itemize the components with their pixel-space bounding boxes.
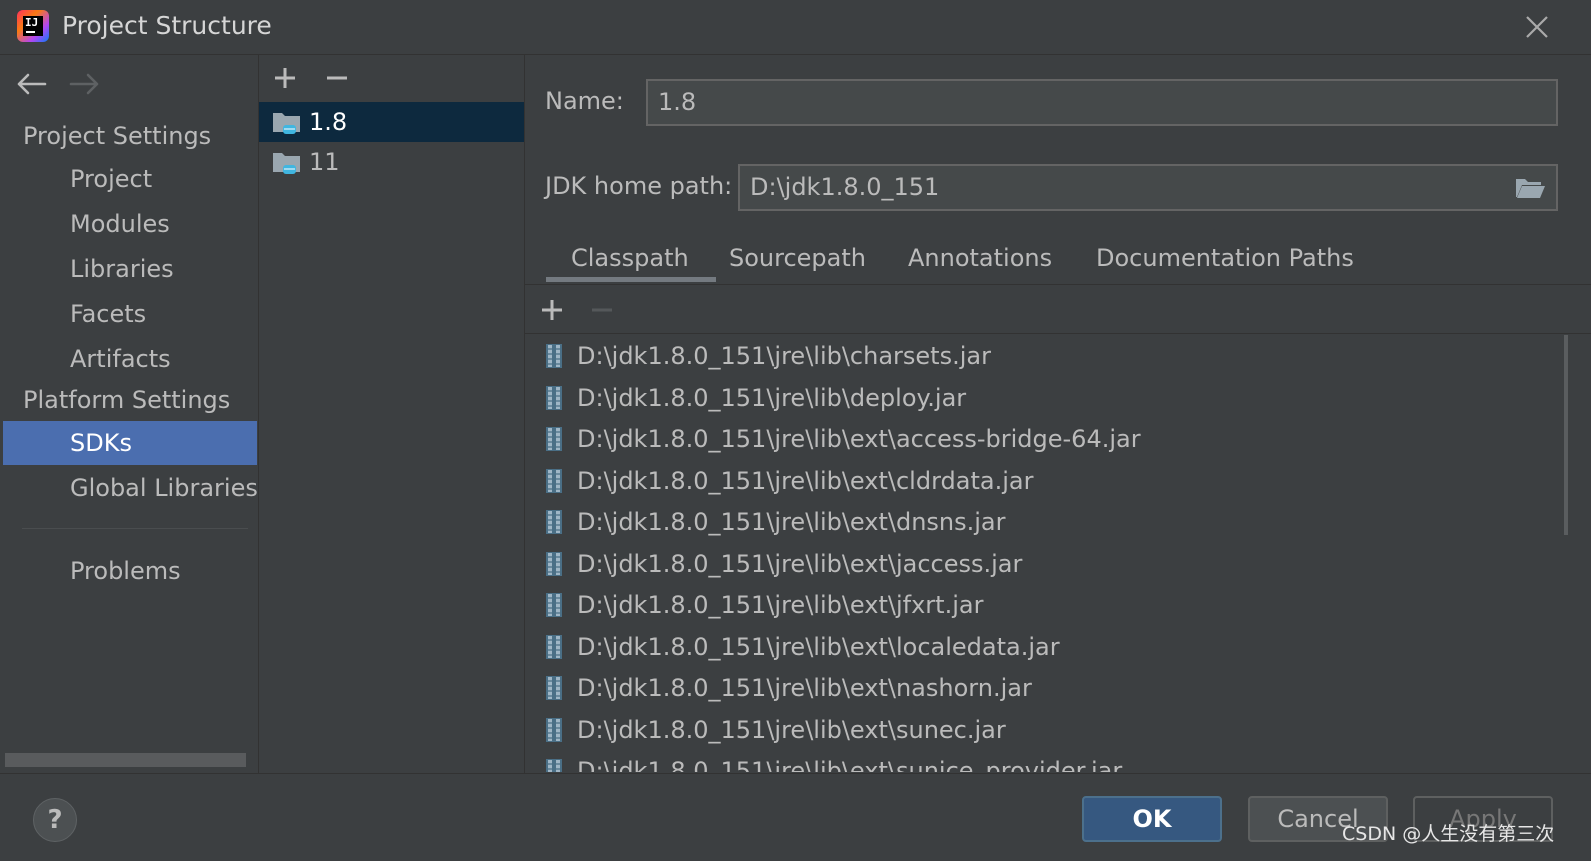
classpath-row[interactable]: D:\jdk1.8.0_151\jre\lib\charsets.jar (525, 336, 1565, 377)
jar-icon (546, 759, 562, 772)
jar-icon (546, 468, 562, 493)
tab-sourcepath[interactable]: Sourcepath (729, 238, 866, 282)
jar-icon (546, 510, 562, 534)
jar-icon (546, 593, 562, 617)
nav-item-sdks[interactable]: SDKs (3, 421, 257, 465)
classpath-scrollbar[interactable] (1564, 335, 1568, 535)
classpath-row[interactable]: D:\jdk1.8.0_151\jre\lib\ext\jfxrt.jar (525, 585, 1565, 626)
jar-icon (546, 385, 562, 410)
add-classpath-icon[interactable] (539, 297, 565, 323)
nav-item-modules[interactable]: Modules (0, 202, 257, 246)
tabs-border (525, 284, 1591, 285)
tab-annotations[interactable]: Annotations (908, 238, 1052, 282)
classpath-row[interactable]: D:\jdk1.8.0_151\jre\lib\deploy.jar (525, 378, 1565, 419)
sdk-folder-icon (273, 153, 300, 174)
close-icon[interactable] (1522, 12, 1552, 42)
dialog-button-bar: ? OK Cancel Apply CSDN @人生没有第三次 (0, 773, 1591, 861)
classpath-entry-label: D:\jdk1.8.0_151\jre\lib\ext\sunec.jar (577, 715, 1006, 744)
classpath-toolbar (525, 286, 1591, 333)
classpath-entry-label: D:\jdk1.8.0_151\jre\lib\deploy.jar (577, 383, 967, 412)
back-arrow-icon[interactable] (14, 69, 50, 99)
sdk-item-label: 1.8 (309, 108, 348, 136)
nav-horizontal-scrollbar[interactable] (5, 753, 246, 767)
classpath-row[interactable]: D:\jdk1.8.0_151\jre\lib\ext\localedata.j… (525, 627, 1565, 668)
classpath-entry-label: D:\jdk1.8.0_151\jre\lib\ext\jfxrt.jar (577, 591, 984, 619)
nav-item-facets[interactable]: Facets (0, 292, 257, 336)
classpath-row[interactable]: D:\jdk1.8.0_151\jre\lib\ext\dnsns.jar (525, 502, 1565, 543)
add-sdk-icon[interactable] (271, 64, 299, 92)
tab-classpath[interactable]: Classpath (546, 238, 716, 282)
tab-documentation-paths[interactable]: Documentation Paths (1096, 238, 1354, 282)
classpath-row[interactable]: D:\jdk1.8.0_151\jre\lib\ext\access-bridg… (525, 419, 1565, 460)
classpath-entry-label: D:\jdk1.8.0_151\jre\lib\ext\jaccess.jar (577, 549, 1023, 578)
ok-button[interactable]: OK (1082, 796, 1222, 842)
settings-nav: Project Settings Project Modules Librari… (0, 55, 259, 773)
classpath-row[interactable]: D:\jdk1.8.0_151\jre\lib\ext\jaccess.jar (525, 544, 1565, 585)
classpath-entry-label: D:\jdk1.8.0_151\jre\lib\ext\cldrdata.jar (577, 466, 1034, 495)
jar-icon (546, 427, 562, 451)
nav-item-problems[interactable]: Problems (0, 549, 257, 593)
classpath-entry-label: D:\jdk1.8.0_151\jre\lib\ext\access-bridg… (577, 425, 1141, 453)
sdk-list-pane: 1.8 11 (259, 55, 525, 773)
toolbar-border (525, 333, 1591, 334)
classpath-entry-label: D:\jdk1.8.0_151\jre\lib\charsets.jar (577, 342, 991, 370)
sdk-folder-icon (273, 113, 300, 134)
jar-icon (546, 551, 562, 576)
watermark: CSDN @人生没有第三次 (1342, 823, 1555, 845)
jdk-home-path-value: D:\jdk1.8.0_151 (750, 173, 940, 201)
classpath-entry-label: D:\jdk1.8.0_151\jre\lib\ext\localedata.j… (577, 632, 1060, 661)
classpath-entry-label: D:\jdk1.8.0_151\jre\lib\ext\nashorn.jar (577, 674, 1032, 702)
help-icon[interactable]: ? (33, 798, 77, 842)
project-settings-header: Project Settings (23, 122, 212, 150)
classpath-row[interactable]: D:\jdk1.8.0_151\jre\lib\ext\cldrdata.jar (525, 461, 1565, 502)
sdk-item-11[interactable]: 11 (259, 142, 524, 182)
forward-arrow-icon[interactable] (66, 69, 102, 99)
nav-item-global-libraries[interactable]: Global Libraries (0, 466, 258, 510)
classpath-entry-label: D:\jdk1.8.0_151\jre\lib\ext\sunjce_provi… (577, 757, 1123, 772)
classpath-row[interactable]: D:\jdk1.8.0_151\jre\lib\ext\sunec.jar (525, 710, 1565, 751)
platform-settings-header: Platform Settings (23, 386, 231, 414)
classpath-entry-label: D:\jdk1.8.0_151\jre\lib\ext\dnsns.jar (577, 508, 1006, 536)
jdk-home-path-input[interactable]: D:\jdk1.8.0_151 (738, 164, 1558, 211)
jar-icon (546, 344, 562, 368)
classpath-list[interactable]: D:\jdk1.8.0_151\jre\lib\charsets.jar D:\j… (525, 335, 1565, 772)
jdk-home-path-label: JDK home path: (545, 172, 733, 200)
remove-classpath-icon[interactable] (589, 297, 615, 323)
nav-item-project[interactable]: Project (0, 157, 257, 201)
nav-divider (22, 528, 248, 529)
nav-item-libraries[interactable]: Libraries (0, 247, 257, 291)
jar-icon (546, 717, 562, 742)
sdk-detail-pane: Name: 1.8 JDK home path: D:\jdk1.8.0_151… (525, 55, 1591, 773)
app-logo-icon: IJ (17, 10, 49, 42)
sdk-item-1-8[interactable]: 1.8 (259, 102, 524, 142)
jar-icon (546, 676, 562, 700)
name-input[interactable]: 1.8 (646, 79, 1558, 126)
browse-folder-icon[interactable] (1514, 175, 1546, 201)
jar-icon (546, 634, 562, 659)
classpath-row[interactable]: D:\jdk1.8.0_151\jre\lib\ext\nashorn.jar (525, 668, 1565, 709)
remove-sdk-icon[interactable] (323, 64, 351, 92)
title-bar: IJ Project Structure (0, 0, 1591, 55)
classpath-row[interactable]: D:\jdk1.8.0_151\jre\lib\ext\sunjce_provi… (525, 751, 1565, 772)
name-label: Name: (545, 87, 624, 115)
sdk-item-label: 11 (309, 148, 340, 176)
nav-item-artifacts[interactable]: Artifacts (0, 337, 257, 381)
window-title: Project Structure (62, 11, 272, 40)
